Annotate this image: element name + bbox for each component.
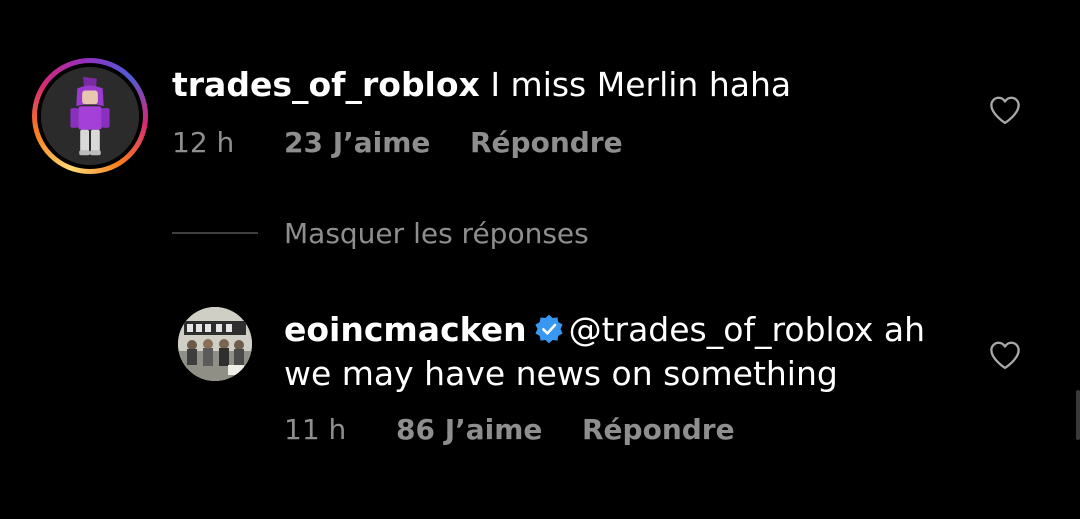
comment-body: trades_of_roblox I miss Merlin haha [172, 63, 791, 107]
reply-reply-button[interactable]: Répondre [582, 412, 735, 448]
comment-meta: 12 h 23 J’aime Répondre [172, 125, 623, 161]
hide-replies-button[interactable]: Masquer les réponses [284, 214, 589, 254]
reply-meta: 11 h 86 J’aime Répondre [284, 412, 735, 448]
reply-time: 11 h [284, 413, 347, 446]
reply-body: eoincmacken @trades_of_roblox ah we may … [284, 308, 944, 396]
reply-username[interactable]: eoincmacken [284, 310, 527, 349]
comment: trades_of_roblox I miss Merlin haha 12 h… [0, 0, 1080, 200]
scrollbar[interactable] [1076, 390, 1080, 440]
group-photo-avatar-icon[interactable] [178, 307, 252, 381]
comment-likes[interactable]: 23 J’aime [284, 125, 470, 161]
comment-time: 12 h [172, 126, 235, 159]
like-heart-icon[interactable] [988, 95, 1022, 125]
comment-username[interactable]: trades_of_roblox [172, 65, 480, 104]
reply-likes[interactable]: 86 J’aime [396, 412, 582, 448]
reply-button[interactable]: Répondre [470, 125, 623, 161]
replies-divider [172, 232, 258, 234]
like-heart-icon[interactable] [988, 340, 1022, 370]
roblox-avatar-icon[interactable] [41, 67, 139, 165]
story-ring[interactable] [32, 58, 148, 174]
verified-badge-icon [534, 314, 563, 344]
comment-text: I miss Merlin haha [490, 65, 792, 104]
